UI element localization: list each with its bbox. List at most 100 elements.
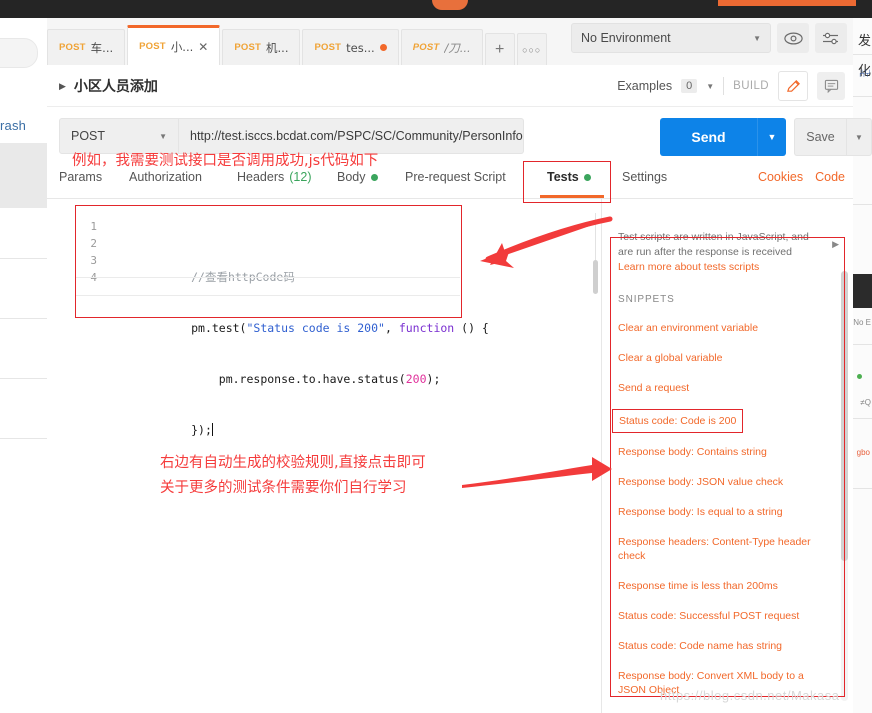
request-tab-0[interactable]: POST 车... [47,29,126,65]
background-window-left: rash [0,18,48,713]
code-editor[interactable]: 1 2 3 4 //查看httpCode码 pm.test("Status co… [75,218,488,437]
headers-count-badge: (12) [289,170,312,184]
background-left-divider [0,258,47,259]
tab-method-label: POST [412,42,440,53]
examples-count-badge: 0 [681,79,698,93]
snippet-item[interactable]: Response time is less than 200ms [618,579,840,593]
environment-selector[interactable]: No Environment ▼ [571,23,771,53]
request-right-links: Cookies Code [758,170,845,184]
background-left-divider [0,438,47,439]
line-number-gutter: 1 2 3 4 [75,218,97,286]
code-token: pm.response.to.have.status( [191,372,406,386]
tab-name-label: 车... [90,40,114,55]
line-number: 3 [90,254,97,267]
request-tab-3[interactable]: POST tes... [302,29,399,65]
tab-method-label: POST [59,42,86,53]
tab-name-label: tes... [346,40,375,55]
tab-headers[interactable]: Headers (12) [237,170,311,184]
request-tab-1-active[interactable]: POST 小... ✕ [127,25,221,65]
save-button[interactable]: Save [794,118,846,156]
request-url-input[interactable]: http://test.isccs.bcdat.com/PSPC/SC/Comm… [179,118,524,154]
snippet-item[interactable]: Response headers: Content-Type header ch… [618,535,840,563]
snippet-item[interactable]: Response body: Is equal to a string [618,505,840,519]
tab-name-label: /刀... [444,40,471,55]
http-method-selector[interactable]: POST ▼ [59,118,179,154]
background-left-divider [0,318,47,319]
chevron-down-icon[interactable]: ▼ [706,82,714,91]
annotation-note-middle-line2: 关于更多的测试条件需要你们自行学习 [160,480,407,496]
text-cursor [211,423,213,436]
editor-scrollbar[interactable] [593,260,598,294]
pencil-icon [786,79,800,92]
snippet-item[interactable]: Clear a global variable [618,351,840,365]
snippet-item-highlighted[interactable]: Status code: Code is 200 [612,409,744,433]
code-token: }); [191,423,212,437]
build-label: BUILD [733,80,769,92]
request-breadcrumb[interactable]: ▶ 小区人员添加 [59,76,158,96]
learn-more-link[interactable]: Learn more about tests scripts [618,261,759,273]
annotation-note-top: 例如，我需要测试接口是否调用成功,js代码如下 [72,153,379,169]
comments-button[interactable] [817,72,845,100]
tab-method-label: POST [234,42,262,53]
code-token: ); [426,372,441,386]
snippets-section-title: SNIPPETS [618,294,675,305]
app-accent-bar [718,0,856,6]
send-options-button[interactable]: ▼ [757,118,786,156]
body-active-indicator-icon [370,173,378,181]
environment-quick-look-button[interactable] [777,23,809,53]
chevron-right-icon[interactable]: ▶ [59,81,66,92]
collapse-panel-icon[interactable]: ▶ [832,239,839,250]
close-icon[interactable]: ✕ [198,41,208,53]
tab-body[interactable]: Body [337,170,378,184]
snippet-item[interactable]: Send a request [618,381,840,395]
tab-label: Body [337,170,366,184]
tab-name-label: 机... [266,40,289,55]
background-left-trash-label: rash [0,118,27,133]
background-right-chart-icon: ⑃⑂ [858,68,871,80]
code-token: "Status code is 200" [246,321,385,335]
request-tab-2[interactable]: POST 机... [222,29,301,65]
code-token: () { [454,321,489,335]
snippet-item[interactable]: Status code: Successful POST request [618,609,840,623]
tab-authorization[interactable]: Authorization [129,170,202,184]
unsaved-indicator-icon [379,44,387,51]
code-link[interactable]: Code [815,170,845,184]
editor-line-divider [75,295,460,296]
request-url-text: http://test.isccs.bcdat.com/PSPC/SC/Comm… [190,129,523,143]
request-tab-strip: POST 车... POST 小... ✕ POST 机... POST tes… [47,18,549,65]
code-content[interactable]: //查看httpCode码 pm.test("Status code is 20… [108,218,489,456]
sliders-icon [823,32,838,44]
cookies-link[interactable]: Cookies [758,170,803,184]
request-tab-4[interactable]: POST /刀... [400,29,483,65]
examples-label: Examples [617,79,673,93]
tab-label: Tests [547,170,579,184]
line-number: 2 [90,237,97,250]
snippets-scrollbar-thumb[interactable] [841,271,848,561]
background-left-divider [0,378,47,379]
snippet-item[interactable]: Clear an environment variable [618,321,840,335]
send-button[interactable]: Send [660,118,757,156]
request-name-actions: Examples 0 ▼ BUILD [617,71,845,101]
chevron-down-icon: ▼ [753,33,761,43]
environment-bar: No Environment ▼ [571,23,847,53]
background-right-orange-label: gbo [856,448,870,457]
new-tab-button[interactable]: + [484,33,515,65]
background-right-no-env: No E [853,318,871,327]
save-options-button[interactable]: ▼ [846,118,872,156]
tab-label: Settings [622,170,668,184]
tab-pre-request-script[interactable]: Pre-request Script [405,170,506,184]
environment-settings-button[interactable] [815,23,847,53]
snippets-description: Test scripts are written in JavaScript, … [618,231,809,258]
http-method-label: POST [71,129,106,143]
tab-settings[interactable]: Settings [622,170,667,184]
snippet-item[interactable]: Response body: Contains string [618,445,840,459]
snippet-item[interactable]: Response body: JSON value check [618,475,840,489]
edit-request-button[interactable] [778,71,808,101]
tab-tests[interactable]: Tests [547,170,591,184]
tab-params[interactable]: Params [59,170,102,184]
tab-options-button[interactable]: ○○○ [516,33,547,65]
snippets-list: Clear an environment variable Clear a gl… [612,321,840,713]
os-top-bar [0,0,872,18]
tab-label: Headers [237,170,285,184]
snippet-item[interactable]: Status code: Code name has string [618,639,840,653]
